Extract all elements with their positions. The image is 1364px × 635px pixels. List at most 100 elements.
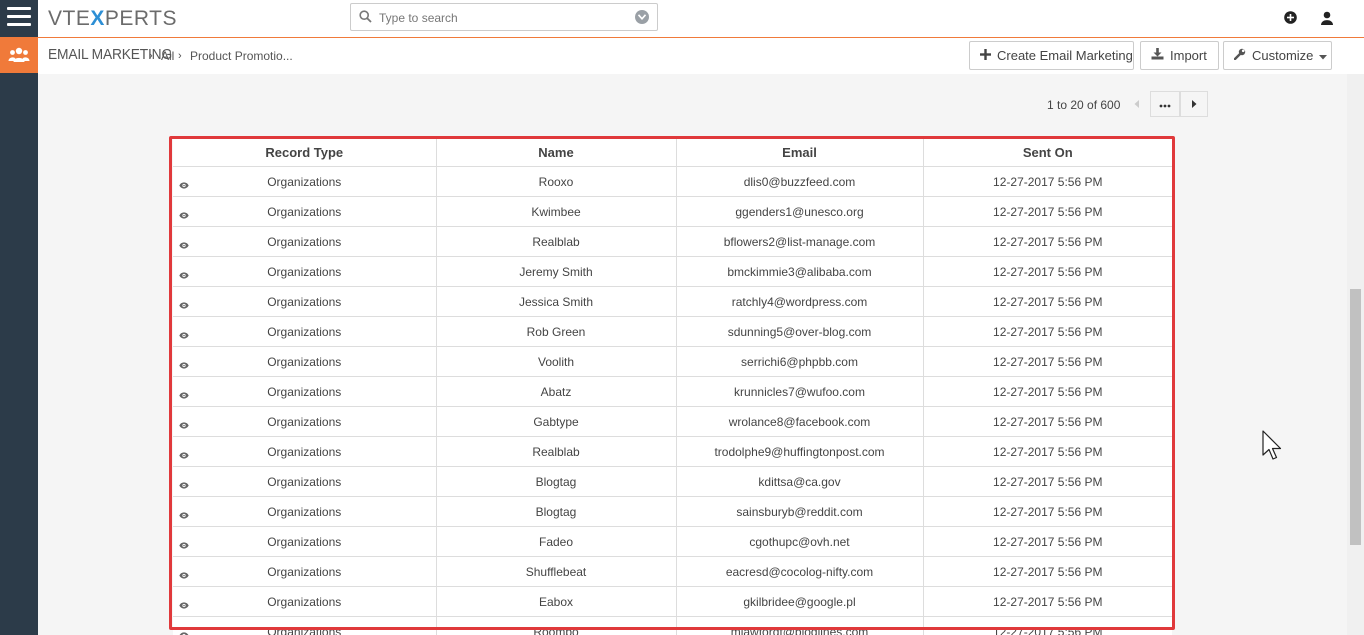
cell-name: Jessica Smith bbox=[436, 286, 677, 317]
next-page-button[interactable] bbox=[1180, 91, 1208, 117]
eye-icon[interactable] bbox=[179, 238, 189, 252]
cell-email: kdittsa@ca.gov bbox=[676, 466, 924, 497]
user-icon[interactable] bbox=[1321, 11, 1333, 30]
customize-button[interactable]: Customize bbox=[1223, 41, 1332, 70]
cell-name: Fadeo bbox=[436, 526, 677, 557]
record-type-text: Organizations bbox=[267, 324, 342, 339]
cell-sent-on: 12-27-2017 5:56 PM bbox=[923, 226, 1172, 257]
cell-record-type: Organizations bbox=[173, 346, 437, 377]
cell-name: Kwimbee bbox=[436, 196, 677, 227]
eye-icon[interactable] bbox=[179, 628, 189, 635]
column-header-name[interactable]: Name bbox=[436, 139, 677, 167]
cell-name: Rooxo bbox=[436, 166, 677, 197]
table-row[interactable]: Organizations Realblab trodolphe9@huffingt… bbox=[173, 436, 1172, 467]
cell-email: eacresd@cocolog-nifty.com bbox=[676, 556, 924, 587]
eye-icon[interactable] bbox=[179, 538, 189, 552]
previous-page-button[interactable] bbox=[1123, 91, 1150, 117]
table-row[interactable]: Organizations Realblab bflowers2@list-mana… bbox=[173, 226, 1172, 257]
eye-icon[interactable] bbox=[179, 448, 189, 462]
table-row[interactable]: Organizations Rob Green sdunning5@over-blo… bbox=[173, 316, 1172, 347]
records-table: Record Type Name Email Sent On Organizat… bbox=[173, 139, 1172, 635]
record-type-text: Organizations bbox=[267, 474, 342, 489]
import-button[interactable]: Import bbox=[1140, 41, 1219, 70]
eye-icon[interactable] bbox=[179, 418, 189, 432]
table-row[interactable]: Organizations Gabtype wrolance8@facebook.c… bbox=[173, 406, 1172, 437]
table-row[interactable]: Organizations Shufflebeat eacresd@cocolog-… bbox=[173, 556, 1172, 587]
top-bar: VTEXPERTS bbox=[38, 0, 1364, 38]
pagination-info: 1 to 20 of 600 bbox=[1047, 98, 1121, 112]
create-email-marketing-button[interactable]: Create Email Marketing bbox=[969, 41, 1134, 70]
eye-icon[interactable] bbox=[179, 478, 189, 492]
table-row[interactable]: Organizations Jessica Smith ratchly4@wordp… bbox=[173, 286, 1172, 317]
eye-icon[interactable] bbox=[179, 388, 189, 402]
cell-email: ggenders1@unesco.org bbox=[676, 196, 924, 227]
cell-email: dlis0@buzzfeed.com bbox=[676, 166, 924, 197]
page-jump-button[interactable] bbox=[1150, 91, 1180, 117]
eye-icon[interactable] bbox=[179, 268, 189, 282]
table-row[interactable]: Organizations Fadeo cgothupc@ovh.net 12-27-… bbox=[173, 526, 1172, 557]
column-header-record-type[interactable]: Record Type bbox=[173, 139, 437, 167]
cell-email: serrichi6@phpbb.com bbox=[676, 346, 924, 377]
download-icon bbox=[1151, 48, 1164, 63]
cell-record-type: Organizations bbox=[173, 436, 437, 467]
record-type-text: Organizations bbox=[267, 384, 342, 399]
caret-left-icon bbox=[1134, 95, 1139, 113]
eye-icon[interactable] bbox=[179, 298, 189, 312]
eye-icon[interactable] bbox=[179, 358, 189, 372]
chevron-right-icon: › bbox=[178, 50, 182, 62]
cell-name: Jeremy Smith bbox=[436, 256, 677, 287]
table-row[interactable]: Organizations Abatz krunnicles7@wufoo.com 1… bbox=[173, 376, 1172, 407]
hamburger-icon[interactable] bbox=[7, 7, 31, 29]
search-input[interactable] bbox=[377, 7, 631, 29]
table-row[interactable]: Organizations Eabox gkilbridee@google.pl 12… bbox=[173, 586, 1172, 617]
record-type-text: Organizations bbox=[267, 174, 342, 189]
record-type-text: Organizations bbox=[267, 264, 342, 279]
cell-sent-on: 12-27-2017 5:56 PM bbox=[923, 196, 1172, 227]
plus-circle-icon[interactable] bbox=[1284, 11, 1297, 29]
cell-name: Voolith bbox=[436, 346, 677, 377]
cell-name: Roombo bbox=[436, 616, 677, 635]
left-rail bbox=[0, 0, 38, 635]
cell-sent-on: 12-27-2017 5:56 PM bbox=[923, 496, 1172, 527]
cell-record-type: Organizations bbox=[173, 586, 437, 617]
cell-name: Shufflebeat bbox=[436, 556, 677, 587]
chevron-right-icon: › bbox=[149, 50, 153, 62]
table-row[interactable]: Organizations Kwimbee ggenders1@unesco.org… bbox=[173, 196, 1172, 227]
table-row[interactable]: Organizations Blogtag sainsburyb@reddit.co… bbox=[173, 496, 1172, 527]
wrench-icon bbox=[1233, 48, 1246, 63]
eye-icon[interactable] bbox=[179, 178, 189, 192]
cell-sent-on: 12-27-2017 5:56 PM bbox=[923, 346, 1172, 377]
cell-sent-on: 12-27-2017 5:56 PM bbox=[923, 616, 1172, 635]
cell-record-type: Organizations bbox=[173, 616, 437, 635]
breadcrumb-all[interactable]: All bbox=[161, 49, 174, 63]
cell-sent-on: 12-27-2017 5:56 PM bbox=[923, 166, 1172, 197]
module-header: EMAIL MARKETING › All › Product Promotio… bbox=[38, 38, 1364, 74]
cell-email: mlawfordf@bloglines.com bbox=[676, 616, 924, 635]
eye-icon[interactable] bbox=[179, 508, 189, 522]
eye-icon[interactable] bbox=[179, 598, 189, 612]
cell-record-type: Organizations bbox=[173, 256, 437, 287]
scrollbar-thumb[interactable] bbox=[1350, 289, 1361, 545]
caret-down-icon bbox=[1319, 48, 1328, 63]
column-header-sent-on[interactable]: Sent On bbox=[923, 139, 1172, 167]
table-row[interactable]: Organizations Blogtag kdittsa@ca.gov 12-27-… bbox=[173, 466, 1172, 497]
table-row[interactable]: Organizations Roombo mlawfordf@bloglines.c… bbox=[173, 616, 1172, 635]
cell-record-type: Organizations bbox=[173, 376, 437, 407]
table-row[interactable]: Organizations Voolith serrichi6@phpbb.com 1… bbox=[173, 346, 1172, 377]
table-row[interactable]: Organizations Jeremy Smith bmckimmie3@alib… bbox=[173, 256, 1172, 287]
cell-email: trodolphe9@huffingtonpost.com bbox=[676, 436, 924, 467]
cell-sent-on: 12-27-2017 5:56 PM bbox=[923, 376, 1172, 407]
breadcrumb-filter[interactable]: Product Promotio... bbox=[190, 49, 293, 63]
users-group-icon[interactable] bbox=[0, 37, 38, 73]
column-header-email[interactable]: Email bbox=[676, 139, 924, 167]
module-title[interactable]: EMAIL MARKETING bbox=[48, 46, 172, 63]
table-row[interactable]: Organizations Rooxo dlis0@buzzfeed.com 12-2… bbox=[173, 166, 1172, 197]
cell-email: gkilbridee@google.pl bbox=[676, 586, 924, 617]
chevron-down-circle-icon[interactable] bbox=[635, 10, 649, 24]
cell-name: Gabtype bbox=[436, 406, 677, 437]
eye-icon[interactable] bbox=[179, 568, 189, 582]
vtexperts-logo[interactable]: VTEXPERTS bbox=[48, 7, 177, 31]
cell-record-type: Organizations bbox=[173, 526, 437, 557]
eye-icon[interactable] bbox=[179, 328, 189, 342]
eye-icon[interactable] bbox=[179, 208, 189, 222]
